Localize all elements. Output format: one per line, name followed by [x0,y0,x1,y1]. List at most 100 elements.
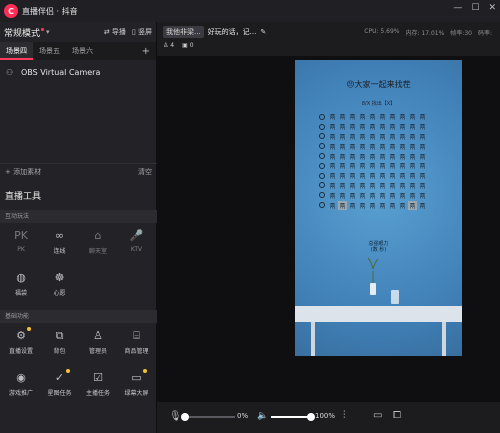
tool-basic-6[interactable]: ☑ 主播任务 [80,371,116,397]
speaker-volume-slider[interactable] [271,413,315,421]
source-item[interactable]: ⚇ OBS Virtual Camera [0,64,156,80]
edit-icon[interactable]: ✎ [260,28,266,36]
layout-button[interactable]: ▯ 竖屏 [132,27,152,37]
room-category-pill[interactable]: 我他非梁... [163,26,204,38]
room-name[interactable]: 好玩的话，记... [208,27,257,37]
tool-basic-4[interactable]: ◉ 游戏推广 [3,371,39,397]
tool-label: 管理员 [88,348,107,355]
grid-cell: 鬲 [419,173,426,181]
tool-basic-3[interactable]: ⌸ 商品管理 [119,329,155,355]
table-leg [311,322,315,356]
tool-interactive-5[interactable]: ☸ 心愿 [42,271,78,297]
tool-label: 福袋 [14,290,27,297]
mic-icon: 🎤 [129,229,144,242]
tool-interactive-4[interactable]: ◍ 福袋 [3,271,39,297]
grid-cell: 鬲 [419,182,426,190]
grid-cell: 鬲 [329,133,336,141]
grid-cell: 鬲 [399,114,406,122]
grid-cell: 鬲 [419,114,426,122]
row-number-icon [319,123,325,130]
tab-scene-4[interactable]: 场景四 [0,42,33,60]
chevron-down-icon[interactable]: ▾ [46,28,50,36]
mic-volume-slider[interactable] [181,413,235,421]
grid-cell: 鬲 [409,192,416,200]
row-number-icon [319,162,325,169]
clear-sources-button[interactable]: 清空 [138,167,152,177]
grid-cell: 鬲 [379,192,386,200]
camera-icon[interactable]: ▭ [373,410,382,421]
grid-cell: 鬲 [379,133,386,141]
window-controls: — ☐ ✕ [453,3,496,13]
grid-cell: 鬲 [349,163,356,171]
left-panel: 常规模式 ▾ ⇄ 导播 ▯ 竖屏 场景四 场景五 场景六 + ⚇ OBS Vir… [0,22,157,433]
app-logo-icon: C [4,4,18,18]
grid-cell: 鬲 [379,124,386,132]
grid-cell: 鬲 [359,173,366,181]
grid-cell: 鬲 [399,173,406,181]
grid-cell: 鬲 [409,153,416,161]
group-header-interactive: 互动玩法 [0,210,157,223]
badge-dot [27,327,31,331]
tab-scene-6[interactable]: 场景六 [66,42,99,60]
grid-cell: 鬲 [389,163,396,171]
tool-interactive-2[interactable]: ⌂ 聊天室 [80,229,116,255]
grid-cell: 鬲 [399,133,406,141]
grid-cell: 鬲 [369,133,376,141]
record-icon[interactable]: ⧠ [393,410,401,421]
grid-cell: 鬲 [339,143,346,151]
table-top [295,306,462,322]
grid-cell: 鬲 [419,202,426,210]
grid-row: 鬲鬲鬲鬲鬲鬲鬲鬲鬲鬲 [319,132,428,142]
mode-dot [41,27,45,31]
mode-selector[interactable]: 常规模式 ▾ ⇄ 导播 ▯ 竖屏 [0,22,156,42]
swap-icon: ⇄ [103,28,112,36]
speaker-icon[interactable]: 🔈 [257,411,268,421]
tool-interactive-0[interactable]: PK PK [3,229,39,253]
grid-cell: 鬲 [339,114,346,122]
mode-label[interactable]: 常规模式 [4,26,40,39]
tool-interactive-1[interactable]: ∞ 连线 [42,229,78,255]
grid-cell: 鬲 [329,143,336,151]
likes-counter: ▣ 0 [182,42,194,49]
grid-cell: 鬲 [359,153,366,161]
tool-interactive-3[interactable]: 🎤 KTV [119,229,155,253]
tool-basic-2[interactable]: ♙ 管理员 [80,329,116,355]
grid-cell: 鬲 [359,163,366,171]
tool-basic-7[interactable]: ▭ 绿幕大屏 [119,369,155,397]
import-button[interactable]: ⇄ 导播 [104,27,126,37]
add-source-button[interactable]: + 添加素材 [5,167,41,177]
tool-basic-0[interactable]: ⚙ 直播设置 [3,327,39,355]
tool-label: 心愿 [53,290,66,297]
grid-cell: 鬲 [349,192,356,200]
tool-label: 绿幕大屏 [124,390,149,397]
grid-cell: 鬲 [379,163,386,171]
minimize-icon[interactable]: — [453,3,462,13]
stream-header: 我他非梁... 好玩的话，记... ✎ ♙ 4 ▣ 0 CPU: 5.69% 内… [157,22,500,56]
grid-cell: 鬲 [409,124,416,132]
viewers-counter: ♙ 4 [163,42,175,49]
system-stats: CPU: 5.69% 内存: 17.01% 帧率:30 码率: [364,28,492,37]
grid-cell: 鬲 [369,153,376,161]
grid-cell: 鬲 [349,173,356,181]
title-bar: C 直播伴侣 · 抖音 — ☐ ✕ [0,0,500,22]
speaker-volume-knob[interactable] [307,413,315,421]
grid-cell: 鬲 [359,192,366,200]
grid-cell: 鬲 [369,202,376,210]
mic-muted-icon[interactable]: 🎙 [169,411,182,422]
grid-row: 鬲鬲鬲鬲鬲鬲鬲鬲鬲鬲 [319,171,428,181]
mixer-icon[interactable]: ⫶ [343,410,346,421]
badge-dot [65,369,70,373]
app-title: 直播伴侣 · 抖音 [22,6,78,16]
tab-scene-5[interactable]: 场景五 [33,42,66,60]
add-scene-icon[interactable]: + [142,46,150,57]
grid-cell: 鬲 [389,182,396,190]
grid-cell: 鬲 [359,114,366,122]
row-number-icon [319,172,325,179]
tool-basic-1[interactable]: ⧉ 背包 [42,329,78,355]
mic-volume-knob[interactable] [181,413,189,421]
tool-basic-5[interactable]: ✓ 星图任务 [42,369,78,397]
close-icon[interactable]: ✕ [488,3,496,13]
grid-cell: 鬲 [329,182,336,190]
maximize-icon[interactable]: ☐ [471,3,479,13]
stream-preview[interactable]: 😣大家一起来找茬 8/X 找出【X】 鬲鬲鬲鬲鬲鬲鬲鬲鬲鬲鬲鬲鬲鬲鬲鬲鬲鬲鬲鬲鬲… [295,60,462,356]
